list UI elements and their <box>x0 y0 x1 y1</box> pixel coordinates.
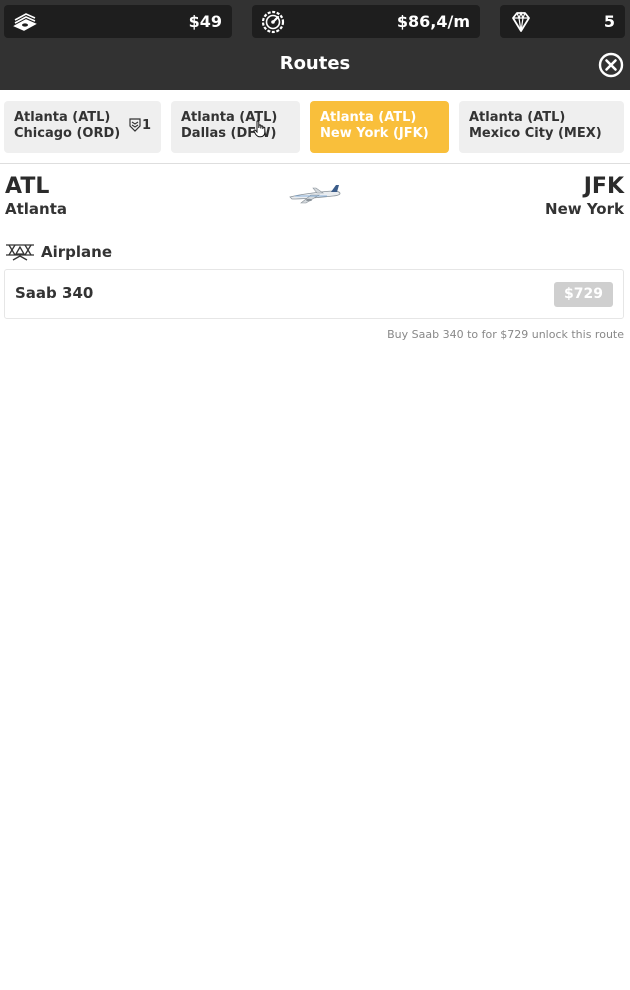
origin-city: Atlanta <box>5 200 68 218</box>
tab-origin-label: Atlanta (ATL) <box>469 110 566 125</box>
page-title: Routes <box>279 53 351 74</box>
gems-counter: 5 <box>500 5 625 38</box>
shield-badge-icon <box>129 118 141 132</box>
close-icon[interactable] <box>598 52 624 78</box>
airplane-row: Saab 340 $729 <box>4 269 624 319</box>
cash-value: $49 <box>188 12 222 31</box>
hand-cursor-icon <box>253 120 266 138</box>
unlock-hint: Buy Saab 340 to for $729 unlock this rou… <box>387 328 624 341</box>
buy-airplane-button[interactable]: $729 <box>554 282 613 307</box>
tab-origin-label: Atlanta (ATL) <box>320 110 417 125</box>
tab-destination-label: New York (JFK) <box>320 126 429 141</box>
tab-route-dallas[interactable]: Atlanta (ATL) Dallas (DFW) <box>171 101 300 153</box>
speedometer-icon <box>261 10 285 34</box>
tab-origin-label: Atlanta (ATL) <box>181 110 278 125</box>
cash-counter: $49 <box>4 5 232 38</box>
tab-route-new-york[interactable]: Atlanta (ATL) New York (JFK) <box>310 101 449 153</box>
tab-route-mexico-city[interactable]: Atlanta (ATL) Mexico City (MEX) <box>459 101 624 153</box>
destination-city: New York <box>545 200 624 218</box>
diamond-icon <box>512 11 530 32</box>
tab-destination-label: Mexico City (MEX) <box>469 126 602 141</box>
income-counter: $86,4/m <box>252 5 480 38</box>
section-label: Airplane <box>41 243 113 261</box>
origin-airport-code: ATL <box>5 174 50 199</box>
tab-route-chicago[interactable]: Atlanta (ATL) Chicago (ORD) 1 <box>4 101 161 153</box>
airplane-section-header: Airplane <box>5 242 112 264</box>
airplane-name: Saab 340 <box>15 284 94 302</box>
route-level-value: 1 <box>141 118 151 133</box>
cash-stack-icon <box>13 13 37 31</box>
route-level-badge: 1 <box>129 118 151 134</box>
biplane-icon <box>6 244 34 261</box>
divider <box>0 163 630 164</box>
top-bar: $49 $86,4/m 5 Routes <box>0 0 630 90</box>
tab-destination-label: Dallas (DFW) <box>181 126 277 141</box>
route-tabs: Atlanta (ATL) Chicago (ORD) 1 Atlanta (A… <box>0 101 630 153</box>
gems-value: 5 <box>603 12 615 31</box>
destination-airport-code: JFK <box>583 174 624 199</box>
income-value: $86,4/m <box>396 12 470 31</box>
airliner-icon <box>289 185 341 204</box>
